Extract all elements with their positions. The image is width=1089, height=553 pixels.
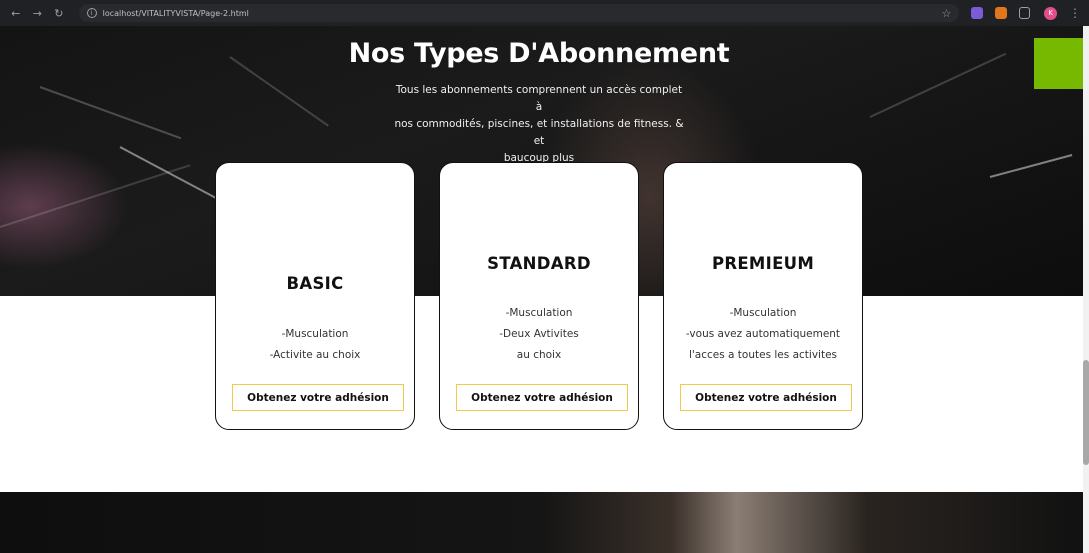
- page-title: Nos Types D'Abonnement: [348, 38, 730, 69]
- plan-name: BASIC: [286, 274, 344, 293]
- feature-item: -Musculation: [505, 307, 573, 319]
- page-scrollbar[interactable]: [1083, 26, 1089, 553]
- site-info-icon[interactable]: i: [86, 8, 97, 18]
- page-subtitle: Tous les abonnements comprennent un accè…: [394, 82, 684, 167]
- plan-features: -Musculation -vous avez automatiquement …: [664, 303, 862, 366]
- scrollbar-thumb[interactable]: [1083, 360, 1089, 465]
- metamask-extension-icon[interactable]: [995, 7, 1007, 19]
- feature-item: -Musculation: [281, 328, 349, 340]
- address-bar[interactable]: i localhost/VITALITYVISTA/Page-2.html ☆: [78, 4, 960, 22]
- feature-item: -Deux Avtivites: [499, 328, 579, 340]
- reload-icon[interactable]: ↻: [51, 5, 67, 21]
- extensions-puzzle-icon[interactable]: [1018, 7, 1031, 19]
- feature-item: -vous avez automatiquement: [685, 328, 841, 340]
- subtitle-line: nos commodités, piscines, et installatio…: [394, 118, 684, 147]
- subtitle-line: Tous les abonnements comprennent un accè…: [395, 84, 683, 113]
- plan-features: -Musculation -Activite au choix: [216, 324, 414, 366]
- next-section-background: [0, 492, 1083, 553]
- feature-item: l'acces a toutes les activites: [688, 349, 837, 361]
- plan-card-basic: BASIC -Musculation -Activite au choix Ob…: [215, 162, 415, 430]
- extension-icon[interactable]: [971, 7, 983, 19]
- join-button-basic[interactable]: Obtenez votre adhésion: [232, 384, 404, 411]
- feature-item: -Musculation: [729, 307, 797, 319]
- forward-icon[interactable]: →: [30, 5, 46, 21]
- plan-name: STANDARD: [487, 254, 591, 273]
- back-icon[interactable]: ←: [8, 5, 24, 21]
- plan-name: PREMIEUM: [711, 254, 815, 273]
- light-streak: [39, 86, 182, 140]
- browser-menu-icon[interactable]: ⋮: [1069, 6, 1081, 20]
- bookmark-star-icon[interactable]: ☆: [941, 7, 951, 20]
- url-text[interactable]: localhost/VITALITYVISTA/Page-2.html: [103, 9, 936, 18]
- browser-toolbar: ← → ↻ i localhost/VITALITYVISTA/Page-2.h…: [0, 0, 1089, 26]
- plan-features: -Musculation -Deux Avtivites au choix: [440, 303, 638, 366]
- plan-card-premium: PREMIEUM -Musculation -vous avez automat…: [663, 162, 863, 430]
- light-streak: [0, 164, 191, 228]
- feature-item: au choix: [516, 349, 562, 361]
- plan-card-standard: STANDARD -Musculation -Deux Avtivites au…: [439, 162, 639, 430]
- join-button-premium[interactable]: Obtenez votre adhésion: [680, 384, 852, 411]
- join-button-standard[interactable]: Obtenez votre adhésion: [456, 384, 628, 411]
- feature-item: -Activite au choix: [269, 349, 361, 361]
- light-streak: [989, 154, 1073, 178]
- side-accent-tab[interactable]: [1034, 38, 1089, 89]
- profile-avatar[interactable]: K: [1044, 6, 1057, 20]
